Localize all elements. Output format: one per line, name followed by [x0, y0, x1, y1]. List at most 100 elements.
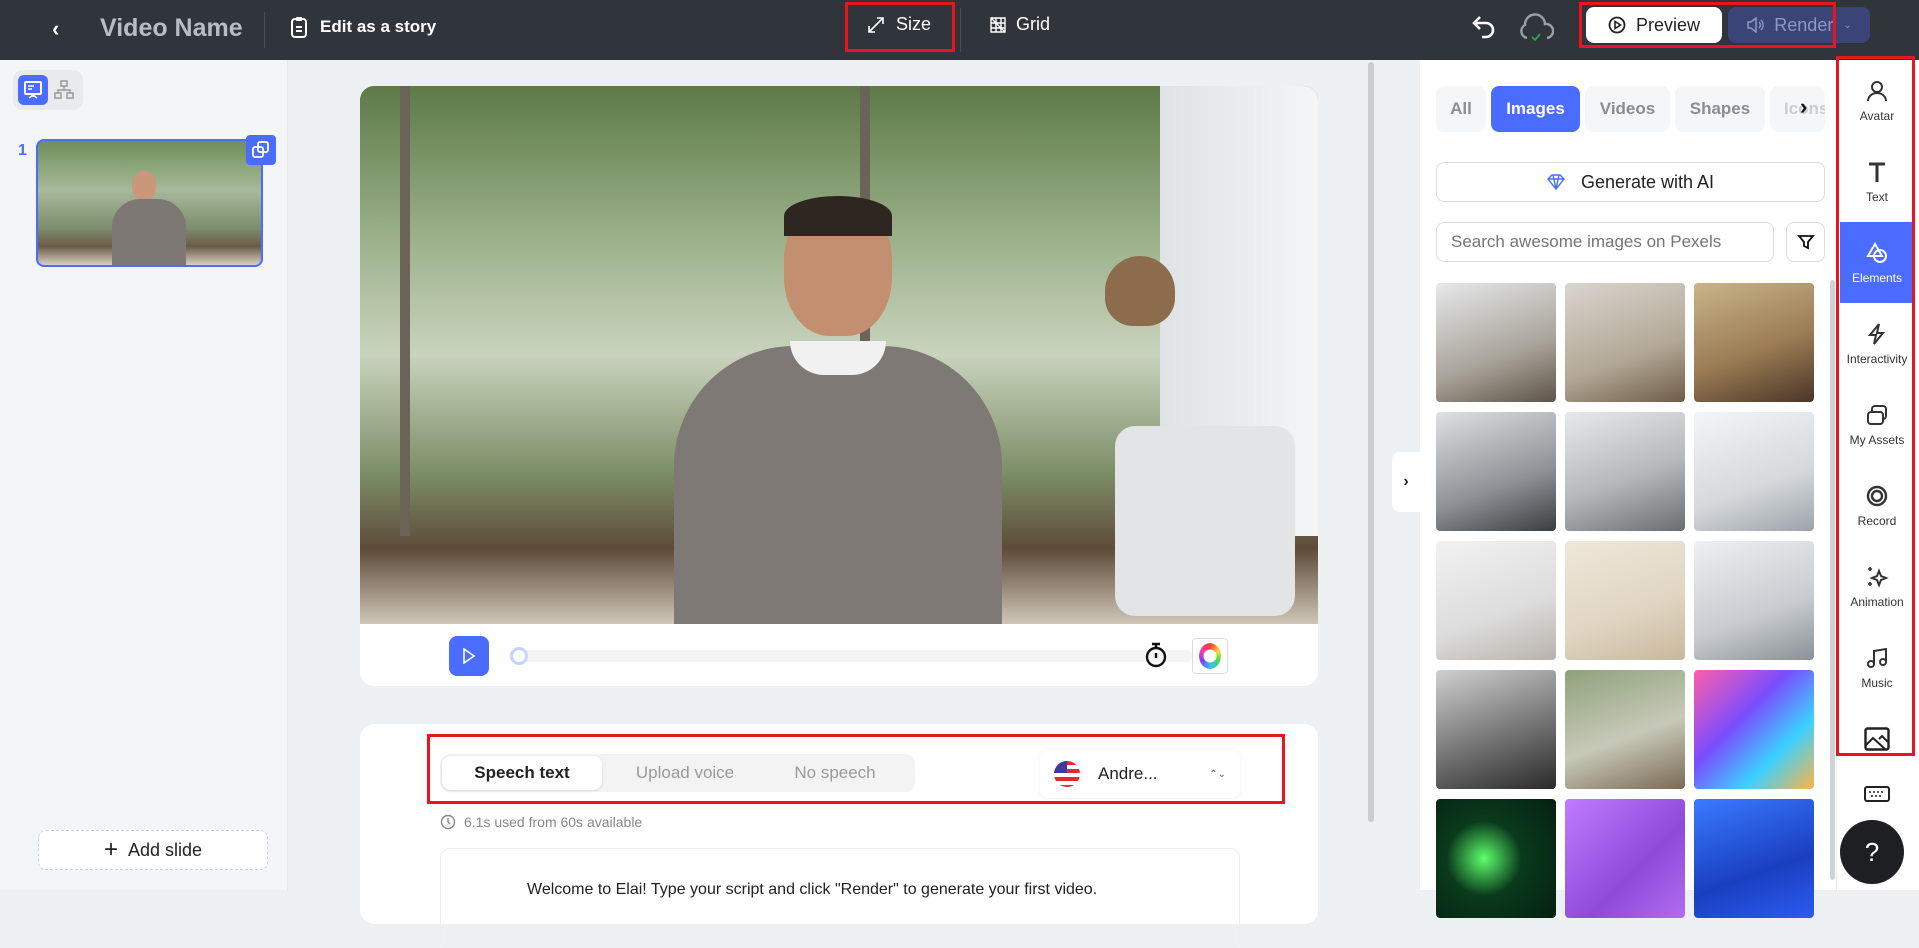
video-preview-card	[360, 86, 1318, 686]
assets-icon	[1867, 404, 1887, 425]
edit-as-story-button[interactable]: Edit as a story	[290, 16, 436, 38]
render-button[interactable]: Render ⌄	[1728, 7, 1870, 43]
image-thumbnail[interactable]	[1436, 541, 1556, 660]
presentation-icon	[24, 81, 42, 99]
rail-item-interactivity[interactable]: Interactivity	[1840, 303, 1914, 384]
clock-icon	[440, 814, 456, 830]
image-thumbnail[interactable]	[1694, 799, 1814, 918]
image-thumbnail[interactable]	[1694, 541, 1814, 660]
image-thumbnail[interactable]	[1565, 412, 1685, 531]
image-search-input[interactable]	[1436, 222, 1774, 262]
rail-item-text[interactable]: Text	[1840, 141, 1914, 222]
tab-videos[interactable]: Videos	[1585, 86, 1670, 132]
pendant-lamp	[1105, 256, 1175, 326]
timeline-handle[interactable]	[510, 647, 528, 665]
tab-shapes[interactable]: Shapes	[1675, 86, 1765, 132]
center-scrollbar[interactable]	[1368, 62, 1374, 822]
slide-number: 1	[18, 142, 27, 159]
rail-item-my-assets[interactable]: My Assets	[1840, 384, 1914, 465]
image-thumbnail[interactable]	[1436, 283, 1556, 402]
rail-item-label: Record	[1857, 513, 1897, 528]
speech-card: Speech text Upload voice No speech Andre…	[360, 724, 1318, 948]
avatar-body	[674, 346, 1002, 624]
keyboard-icon[interactable]	[1864, 786, 1890, 802]
rail-item-music[interactable]: Music	[1840, 627, 1914, 708]
rail-item-label: Animation	[1850, 594, 1904, 609]
render-label: Render	[1774, 14, 1834, 35]
tab-icons[interactable]: Icons	[1770, 86, 1825, 132]
slides-view-button[interactable]	[18, 75, 48, 105]
play-circle-icon	[1608, 16, 1626, 34]
size-button[interactable]: Size	[866, 14, 931, 35]
voice-selector[interactable]: Andre... ⌃⌄	[1040, 750, 1240, 798]
tab-images[interactable]: Images	[1491, 86, 1580, 132]
chevron-right-icon: ›	[1403, 473, 1409, 490]
timeline-slider[interactable]	[512, 650, 1192, 662]
rail-item-animation[interactable]: Animation	[1840, 546, 1914, 627]
lightning-icon	[1867, 322, 1886, 345]
avatar-body	[112, 199, 186, 265]
image-icon[interactable]	[1864, 727, 1890, 751]
video-canvas[interactable]	[360, 86, 1318, 624]
image-thumbnail[interactable]	[1436, 799, 1556, 918]
edit-as-story-label: Edit as a story	[320, 17, 437, 36]
rail-item-label: Text	[1865, 189, 1888, 204]
tree-view-icon[interactable]	[54, 80, 74, 100]
image-thumbnail[interactable]	[1694, 283, 1814, 402]
help-button[interactable]: ?	[1840, 820, 1904, 884]
user-icon	[1867, 80, 1887, 101]
updown-chevron-icon: ⌃⌄	[1209, 768, 1226, 780]
generate-with-ai-button[interactable]: Generate with AI	[1436, 162, 1825, 202]
color-picker-button[interactable]	[1192, 638, 1228, 674]
image-thumbnail[interactable]	[1565, 541, 1685, 660]
image-thumbnail[interactable]	[1694, 412, 1814, 531]
undo-icon[interactable]	[1470, 12, 1498, 40]
rail-item-elements[interactable]: Elements	[1840, 222, 1914, 303]
back-button[interactable]: ‹	[52, 16, 59, 42]
play-icon	[463, 648, 476, 664]
slide-thumbnail[interactable]	[36, 139, 263, 267]
record-icon	[1866, 485, 1888, 506]
plus-icon: +	[103, 836, 118, 863]
avatar-head	[132, 171, 156, 201]
tabs-scroll-right-icon[interactable]: ›	[1800, 94, 1807, 120]
us-flag-icon	[1054, 761, 1080, 787]
grid-button[interactable]: Grid	[990, 14, 1050, 35]
stopwatch-icon[interactable]	[1144, 641, 1168, 669]
play-button[interactable]	[449, 636, 489, 676]
tab-all[interactable]: All	[1436, 86, 1486, 132]
image-thumbnail[interactable]	[1565, 283, 1685, 402]
shapes-icon	[1866, 241, 1887, 263]
filter-icon	[1796, 235, 1815, 250]
script-textarea[interactable]: Welcome to Elai! Type your script and cl…	[440, 848, 1240, 948]
video-name[interactable]: Video Name	[100, 14, 243, 43]
image-thumbnail[interactable]	[1694, 670, 1814, 789]
image-thumbnail[interactable]	[1436, 412, 1556, 531]
image-thumbnail[interactable]	[1436, 670, 1556, 789]
image-thumbnail[interactable]	[1565, 799, 1685, 918]
panel-scrollbar[interactable]	[1830, 280, 1835, 880]
grid-label: Grid	[1016, 14, 1051, 34]
collapse-panel-button[interactable]: ›	[1392, 452, 1420, 512]
add-slide-button[interactable]: + Add slide	[38, 830, 268, 870]
filter-button[interactable]	[1786, 222, 1825, 262]
rail-item-record[interactable]: Record	[1840, 465, 1914, 546]
rail-item-label: Interactivity	[1846, 351, 1908, 366]
rail-item-avatar[interactable]: Avatar	[1840, 60, 1914, 141]
chevron-down-icon: ⌄	[1843, 19, 1852, 31]
tab-no-speech[interactable]: No speech	[760, 756, 910, 790]
size-label: Size	[896, 14, 932, 34]
preview-label: Preview	[1635, 14, 1701, 35]
text-icon	[1869, 162, 1885, 182]
preview-button[interactable]: Preview	[1586, 7, 1722, 43]
armchair	[1115, 426, 1295, 616]
divider	[960, 8, 961, 52]
copy-icon	[252, 141, 269, 158]
duplicate-slide-button[interactable]	[246, 135, 276, 165]
tab-upload-voice[interactable]: Upload voice	[610, 756, 760, 790]
tab-speech-text[interactable]: Speech text	[442, 756, 602, 790]
color-wheel-icon	[1199, 643, 1221, 669]
image-thumbnail[interactable]	[1565, 670, 1685, 789]
sparkle-icon	[1868, 566, 1889, 588]
generate-label: Generate with AI	[1580, 171, 1715, 192]
